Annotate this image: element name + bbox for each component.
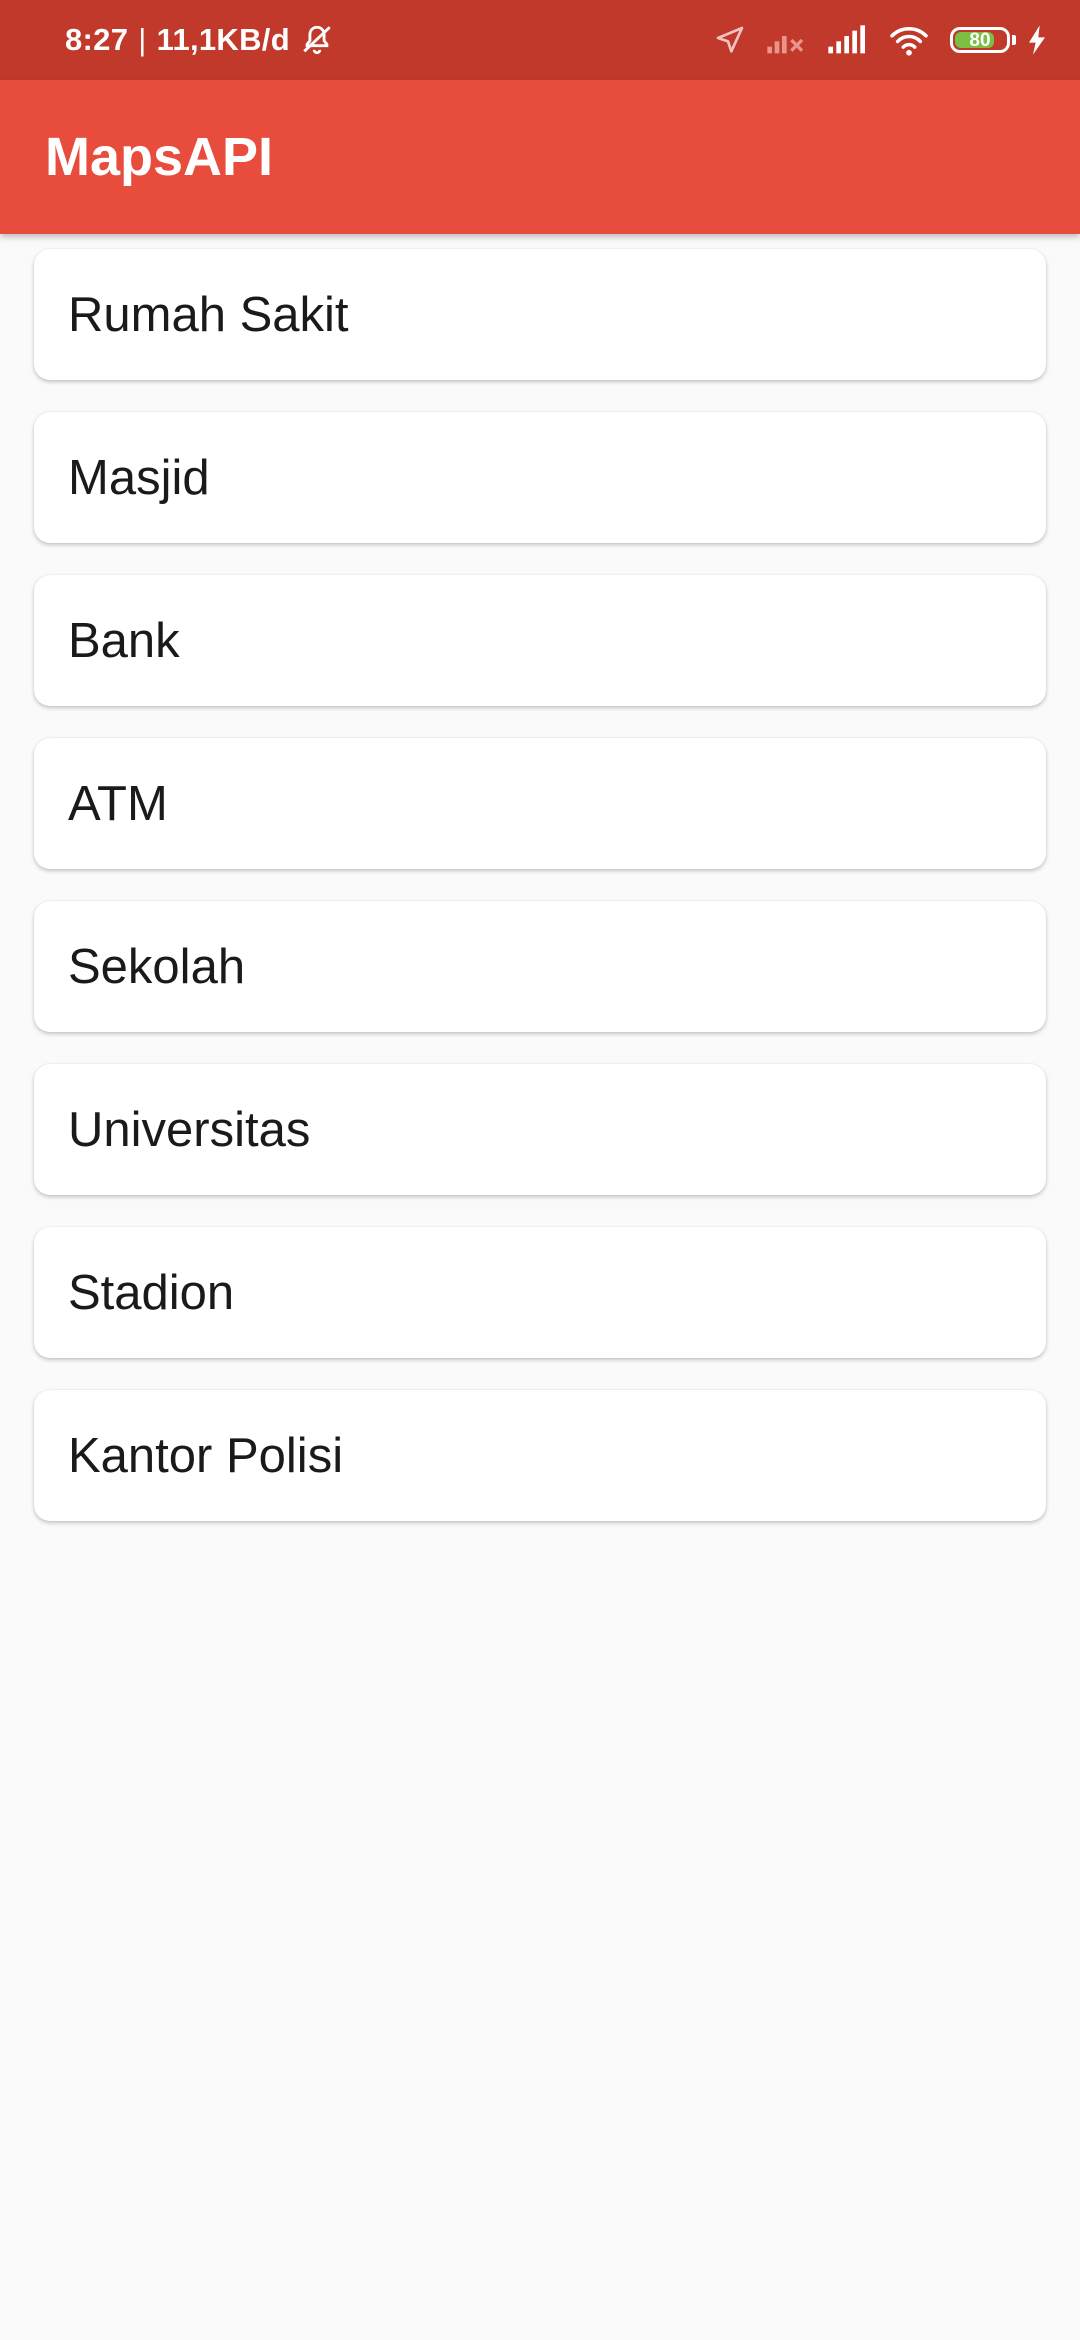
status-separator: |	[138, 22, 147, 57]
network-speed: 11,1KB/d	[156, 22, 290, 57]
status-right: 80	[694, 0, 1048, 80]
list-item-bank[interactable]: Bank	[34, 575, 1046, 706]
status-time: 8:27	[65, 22, 129, 57]
list-item-atm[interactable]: ATM	[34, 738, 1046, 869]
list-item-label: Bank	[68, 613, 180, 668]
list-item-universitas[interactable]: Universitas	[34, 1064, 1046, 1195]
battery-body: 80	[950, 27, 1010, 53]
list-item-sekolah[interactable]: Sekolah	[34, 901, 1046, 1032]
list-item-label: Rumah Sakit	[68, 287, 349, 342]
status-bar: 8:27 | 11,1KB/d 80	[0, 0, 1080, 80]
bell-off-icon	[303, 25, 331, 55]
signal-no-service-icon	[766, 24, 806, 56]
battery-tip	[1012, 35, 1016, 45]
list-item-rumah-sakit[interactable]: Rumah Sakit	[34, 249, 1046, 380]
list-item-stadion[interactable]: Stadion	[34, 1227, 1046, 1358]
app-title: MapsAPI	[45, 127, 274, 187]
list-item-masjid[interactable]: Masjid	[34, 412, 1046, 543]
charging-icon	[1026, 24, 1048, 56]
list-item-label: Stadion	[68, 1265, 235, 1320]
list-item-kantor-polisi[interactable]: Kantor Polisi	[34, 1390, 1046, 1521]
battery-level: 80	[969, 29, 991, 51]
wifi-icon	[888, 23, 930, 57]
battery-icon: 80	[950, 27, 1016, 53]
list-item-label: Sekolah	[68, 939, 246, 994]
app-bar: MapsAPI	[0, 80, 1080, 234]
list-item-label: ATM	[68, 776, 168, 831]
places-list: Rumah Sakit Masjid Bank ATM Sekolah Univ…	[34, 249, 1046, 1553]
status-left: 8:27 | 11,1KB/d	[65, 0, 334, 80]
list-item-label: Masjid	[68, 450, 210, 505]
list-item-label: Universitas	[68, 1102, 311, 1157]
location-arrow-icon	[714, 24, 746, 56]
list-item-label: Kantor Polisi	[68, 1428, 344, 1483]
signal-icon	[826, 24, 868, 56]
